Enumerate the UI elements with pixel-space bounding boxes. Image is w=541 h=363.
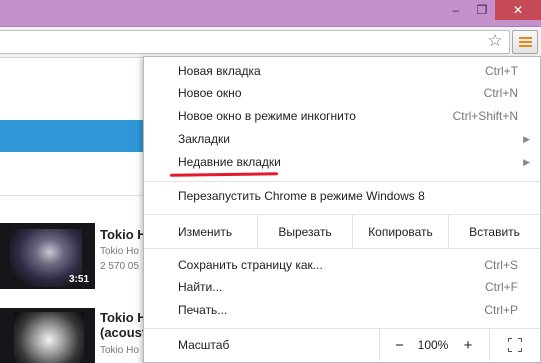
highlight-underline xyxy=(169,172,279,177)
menu-item-shortcut: Ctrl+Shift+N xyxy=(452,109,518,123)
bookmark-star-icon[interactable]: ☆ xyxy=(485,30,505,52)
zoom-level: 100% xyxy=(417,338,449,352)
video-thumbnail[interactable]: 3:51 xyxy=(0,223,95,289)
menu-item-shortcut: Ctrl+S xyxy=(484,258,518,272)
menu-item-shortcut: Ctrl+T xyxy=(485,64,518,78)
zoom-label: Масштаб xyxy=(178,338,230,352)
menu-item-label: Печать... xyxy=(178,303,228,317)
video-duration: 3:51 xyxy=(68,274,89,285)
browser-toolbar xyxy=(0,27,541,58)
menu-item-shortcut: Ctrl+P xyxy=(484,303,518,317)
menu-item-label: Закладки xyxy=(178,132,230,146)
video-thumbnail-image xyxy=(14,312,84,363)
copy-button[interactable]: Копировать xyxy=(352,215,448,248)
menu-item-find[interactable]: Найти... Ctrl+F xyxy=(144,276,540,298)
page-header-band xyxy=(0,120,150,152)
menu-item-label: Новая вкладка xyxy=(178,64,261,78)
menu-item-relaunch-windows8[interactable]: Перезапустить Chrome в режиме Windows 8 xyxy=(144,185,540,207)
submenu-arrow-icon: ▶ xyxy=(523,156,530,167)
minimize-button[interactable]: – xyxy=(443,0,469,20)
edit-row: Изменить Вырезать Копировать Вставить xyxy=(144,215,540,248)
menu-item-shortcut: Ctrl+N xyxy=(483,86,518,100)
menu-item-label: Перезапустить Chrome в режиме Windows 8 xyxy=(178,189,425,203)
menu-item-shortcut: Ctrl+F xyxy=(485,280,518,294)
zoom-out-button[interactable]: − xyxy=(379,329,419,361)
zoom-in-button[interactable]: + xyxy=(447,329,489,361)
menu-item-label: Новое окно xyxy=(178,86,242,100)
video-channel[interactable]: Tokio Ho xyxy=(100,246,139,257)
menu-item-print[interactable]: Печать... Ctrl+P xyxy=(144,299,540,321)
menu-item-new-window[interactable]: Новое окно Ctrl+N xyxy=(144,82,540,104)
video-title[interactable]: Tokio H xyxy=(100,227,147,242)
menu-item-label: Найти... xyxy=(178,280,223,294)
menu-item-label: Новое окно в режиме инкогнито xyxy=(178,109,356,123)
address-bar[interactable] xyxy=(0,30,510,54)
video-title-line2[interactable]: (acoust xyxy=(100,325,146,340)
hamburger-icon xyxy=(518,37,532,39)
video-channel[interactable]: Tokio Ho xyxy=(100,345,139,356)
menu-separator xyxy=(144,248,540,249)
menu-item-recent-tabs[interactable]: Недавние вкладки ▶ xyxy=(144,151,540,173)
cut-button[interactable]: Вырезать xyxy=(257,215,352,248)
window-titlebar: – ❐ ✕ xyxy=(0,0,541,27)
menu-item-label: Недавние вкладки xyxy=(178,155,281,169)
fullscreen-icon xyxy=(508,338,522,352)
close-button[interactable]: ✕ xyxy=(495,0,541,20)
restore-button[interactable]: ❐ xyxy=(469,0,495,20)
menu-item-label: Сохранить страницу как... xyxy=(178,258,323,272)
paste-button[interactable]: Вставить xyxy=(448,215,540,248)
divider xyxy=(0,195,150,196)
menu-item-incognito[interactable]: Новое окно в режиме инкогнито Ctrl+Shift… xyxy=(144,105,540,127)
menu-item-save-page[interactable]: Сохранить страницу как... Ctrl+S xyxy=(144,254,540,276)
video-title[interactable]: Tokio H xyxy=(100,310,147,325)
chrome-menu: Новая вкладка Ctrl+T Новое окно Ctrl+N Н… xyxy=(143,56,541,363)
menu-item-new-tab[interactable]: Новая вкладка Ctrl+T xyxy=(144,60,540,82)
fullscreen-button[interactable] xyxy=(489,329,540,361)
submenu-arrow-icon: ▶ xyxy=(523,133,530,144)
menu-item-bookmarks[interactable]: Закладки ▶ xyxy=(144,128,540,150)
zoom-row: Масштаб − 100% + xyxy=(144,329,540,361)
edit-label: Изменить xyxy=(178,224,233,239)
chrome-menu-button[interactable] xyxy=(512,30,538,54)
menu-separator xyxy=(144,181,540,182)
video-thumbnail[interactable] xyxy=(0,308,95,363)
video-views: 2 570 05 xyxy=(100,261,139,272)
